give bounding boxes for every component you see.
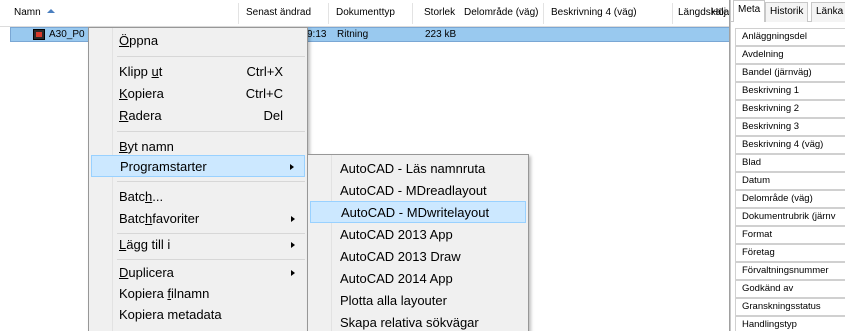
column-header-hoj[interactable]: Höj <box>711 7 729 21</box>
property-row[interactable]: Godkänd av <box>735 280 845 298</box>
property-row[interactable]: Datum <box>735 172 845 190</box>
property-row[interactable]: Anläggningsdel <box>735 28 845 46</box>
submenu-item-skapa-relativa-sokvagar[interactable]: Skapa relativa sökvägar <box>310 312 526 331</box>
column-header-name[interactable]: Namn <box>14 7 214 21</box>
tab-historik[interactable]: Historik <box>765 2 809 22</box>
sort-ascending-icon <box>46 9 55 13</box>
menu-item-lagg-till-i[interactable]: Lägg till i <box>91 234 305 256</box>
submenu-item-autocad-mdwritelayout[interactable]: AutoCAD - MDwritelayout <box>310 201 526 223</box>
submenu-arrow-icon <box>291 216 295 222</box>
submenu-item-label: AutoCAD 2013 Draw <box>340 249 461 264</box>
property-row[interactable]: Format <box>735 226 845 244</box>
submenu-item-label: Plotta alla layouter <box>340 293 447 308</box>
menu-item-klipp-ut[interactable]: Klipp ut Ctrl+X <box>91 61 305 83</box>
cell-size: 223 kB <box>425 29 457 40</box>
column-name-label: Namn <box>14 7 41 18</box>
cell-name: A30_P0 <box>49 29 85 40</box>
menu-item-label: Kopiera metadata <box>119 307 222 322</box>
menu-item-radera[interactable]: Radera Del <box>91 105 305 127</box>
property-row[interactable]: Beskrivning 4 (väg) <box>735 136 845 154</box>
column-separator[interactable] <box>328 3 329 24</box>
menu-shortcut: Ctrl+X <box>246 64 283 79</box>
column-separator[interactable] <box>672 3 673 24</box>
programstarter-submenu: AutoCAD - Läs namnruta AutoCAD - MDreadl… <box>307 154 529 331</box>
submenu-item-label: AutoCAD - MDwritelayout <box>341 205 490 220</box>
tab-lanka[interactable]: Länka <box>811 2 845 22</box>
menu-item-label: Kopiera <box>119 86 164 101</box>
menu-item-label: Klipp ut <box>119 64 163 79</box>
submenu-arrow-icon <box>291 242 295 248</box>
property-row[interactable]: Blad <box>735 154 845 172</box>
property-row[interactable]: Dokumentrubrik (järnv <box>735 208 845 226</box>
column-header-beskrivning4[interactable]: Beskrivning 4 (väg) <box>551 7 645 21</box>
context-menu: Öppna Klipp ut Ctrl+X Kopiera Ctrl+C Rad… <box>88 27 308 331</box>
menu-item-label: Batchfavoriter <box>119 211 200 226</box>
column-header-delomrade[interactable]: Delområde (väg) <box>464 7 544 21</box>
drawing-file-icon <box>33 29 45 40</box>
submenu-item-autocad-2014-app[interactable]: AutoCAD 2014 App <box>310 268 526 290</box>
submenu-item-label: AutoCAD - MDreadlayout <box>340 183 487 198</box>
property-row[interactable]: Granskningsstatus <box>735 298 845 316</box>
menu-item-oppna[interactable]: Öppna <box>91 30 305 52</box>
menu-separator <box>117 56 305 57</box>
column-separator[interactable] <box>543 3 544 24</box>
submenu-arrow-icon <box>290 164 294 170</box>
meta-panel: Meta Historik Länka Anläggningsdel Avdel… <box>730 0 845 331</box>
property-row[interactable]: Avdelning <box>735 46 845 64</box>
submenu-item-label: AutoCAD 2013 App <box>340 227 453 242</box>
submenu-arrow-icon <box>291 270 295 276</box>
submenu-item-autocad-las-namnruta[interactable]: AutoCAD - Läs namnruta <box>310 158 526 180</box>
column-header-modified[interactable]: Senast ändrad <box>246 7 326 21</box>
property-row[interactable]: Delområde (väg) <box>735 190 845 208</box>
menu-item-batchfavoriter[interactable]: Batchfavoriter <box>91 208 305 230</box>
submenu-item-label: Skapa relativa sökvägar <box>340 315 479 330</box>
property-row[interactable]: Beskrivning 2 <box>735 100 845 118</box>
menu-separator <box>117 181 305 182</box>
column-separator[interactable] <box>238 3 239 24</box>
submenu-item-label: AutoCAD - Läs namnruta <box>340 161 486 176</box>
menu-item-label: Programstarter <box>120 159 207 174</box>
menu-item-kopiera[interactable]: Kopiera Ctrl+C <box>91 83 305 105</box>
property-row[interactable]: Beskrivning 3 <box>735 118 845 136</box>
menu-item-kopiera-filnamn[interactable]: Kopiera filnamn <box>91 283 305 305</box>
menu-item-batch[interactable]: Batch... <box>91 186 305 208</box>
submenu-item-label: AutoCAD 2014 App <box>340 271 453 286</box>
menu-item-programstarter[interactable]: Programstarter <box>91 155 305 177</box>
menu-item-label: Kopiera filnamn <box>119 286 210 301</box>
submenu-item-autocad-2013-draw[interactable]: AutoCAD 2013 Draw <box>310 246 526 268</box>
property-row[interactable]: Bandel (järnväg) <box>735 64 845 82</box>
menu-item-label: Öppna <box>119 33 159 48</box>
menu-shortcut: Del <box>263 108 283 123</box>
submenu-item-autocad-mdreadlayout[interactable]: AutoCAD - MDreadlayout <box>310 180 526 202</box>
property-row[interactable]: Företag <box>735 244 845 262</box>
column-separator[interactable] <box>412 3 413 24</box>
column-header-size[interactable]: Storlek <box>424 7 462 21</box>
menu-separator <box>117 131 305 132</box>
submenu-item-autocad-2013-app[interactable]: AutoCAD 2013 App <box>310 224 526 246</box>
menu-item-label: Radera <box>119 108 162 123</box>
panel-tabs: Meta Historik Länka <box>731 0 845 22</box>
cell-modified: 9:13 <box>307 29 327 40</box>
submenu-item-plotta-alla-layouter[interactable]: Plotta alla layouter <box>310 290 526 312</box>
menu-shortcut: Ctrl+C <box>245 86 283 101</box>
property-row[interactable]: Beskrivning 1 <box>735 82 845 100</box>
cell-doctype: Ritning <box>337 29 369 40</box>
menu-item-label: Duplicera <box>119 265 174 280</box>
property-row[interactable]: Handlingstyp <box>735 316 845 331</box>
tab-meta[interactable]: Meta <box>733 0 766 22</box>
menu-item-kopiera-metadata[interactable]: Kopiera metadata <box>91 304 305 326</box>
menu-item-label: Lägg till i <box>119 237 171 252</box>
property-row[interactable]: Förvaltningsnummer <box>735 262 845 280</box>
menu-separator <box>117 259 305 260</box>
column-header-bar: Namn Senast ändrad Dokumenttyp Storlek D… <box>0 0 729 27</box>
column-header-doctype[interactable]: Dokumenttyp <box>336 7 408 21</box>
menu-item-label: Batch... <box>119 189 164 204</box>
menu-item-duplicera[interactable]: Duplicera <box>91 262 305 284</box>
